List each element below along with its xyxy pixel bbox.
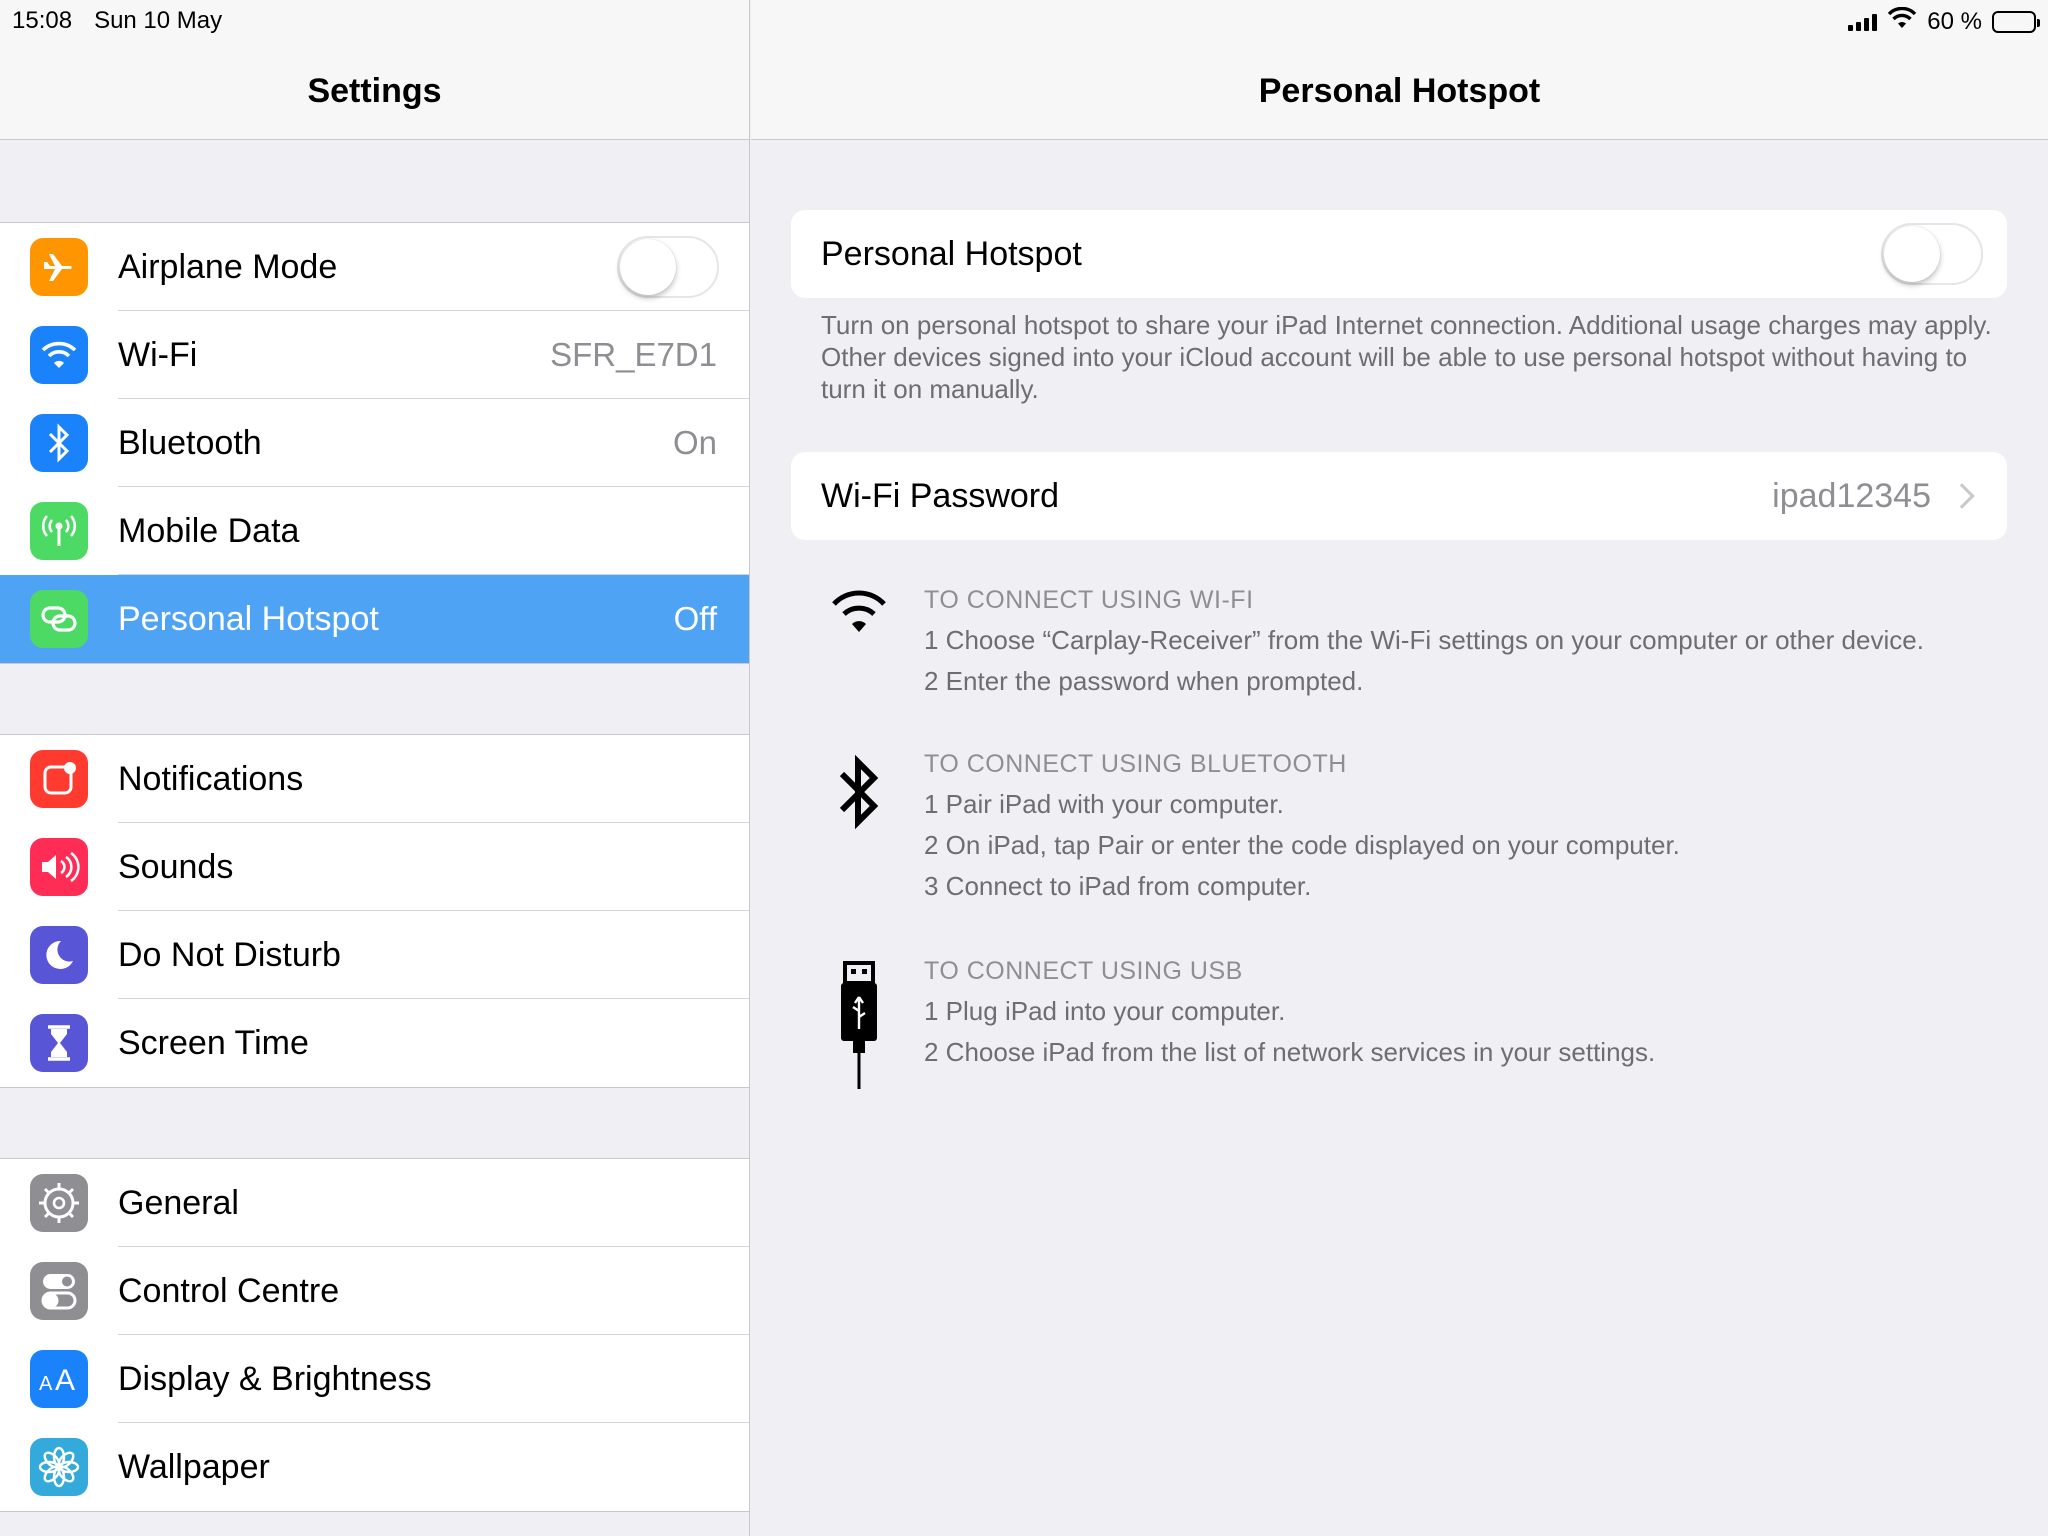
hotspot-toggle-cell[interactable]: Personal Hotspot — [791, 210, 2007, 298]
hotspot-footer-note: Turn on personal hotspot to share your i… — [821, 310, 1992, 404]
sidebar-item-wallpaper[interactable]: Wallpaper — [0, 1422, 749, 1511]
sidebar-item-value: On — [672, 424, 717, 461]
svg-text:A: A — [39, 1373, 53, 1395]
sidebar-item-notifications[interactable]: Notifications — [0, 735, 749, 823]
airplane-mode-toggle[interactable] — [617, 236, 719, 298]
hotspot-detail-pane: Personal Hotspot Personal Hotspot Turn o… — [751, 0, 2048, 1536]
sidebar-item-label: General — [118, 1183, 239, 1222]
gear-icon — [30, 1174, 88, 1232]
toggle-knob — [1884, 226, 1940, 282]
settings-group: Airplane Mode Wi-Fi SFR_E7D1 Bluetooth On Mob… — [0, 222, 749, 664]
text-size-icon: AA — [30, 1350, 88, 1408]
sidebar-item-sounds[interactable]: Sounds — [0, 822, 749, 911]
detail-title: Personal Hotspot — [1258, 72, 1541, 110]
cellular-signal-icon — [1848, 13, 1878, 31]
sidebar-item-label: Personal Hotspot — [118, 599, 379, 638]
connect-usb-step: 1 Plug iPad into your computer. — [924, 996, 1286, 1026]
battery-percentage: 60 % — [1927, 7, 1982, 35]
connect-usb-step: 2 Choose iPad from the list of network s… — [924, 1037, 1656, 1067]
moon-icon — [30, 926, 88, 984]
sidebar-item-control-centre[interactable]: Control Centre — [0, 1246, 749, 1335]
sidebar-item-mobile-data[interactable]: Mobile Data — [0, 486, 749, 575]
connect-usb-heading: TO CONNECT USING USB — [924, 957, 1243, 985]
connect-wifi-step: 2 Enter the password when prompted. — [924, 666, 1364, 696]
connect-bluetooth-text: TO CONNECT USING BLUETOOTH 1 Pair iPad w… — [924, 744, 2011, 907]
sidebar-item-label: Mobile Data — [118, 511, 300, 550]
sidebar-item-label: Airplane Mode — [118, 247, 338, 286]
sidebar-item-label: Wallpaper — [118, 1447, 270, 1486]
connect-wifi-text: TO CONNECT USING WI-FI 1 Choose “Carplay… — [924, 580, 2011, 702]
sidebar-item-screen-time[interactable]: Screen Time — [0, 998, 749, 1087]
sidebar-item-bluetooth[interactable]: Bluetooth On — [0, 398, 749, 487]
sidebar-item-label: Wi-Fi — [118, 335, 198, 374]
wifi-icon — [1887, 6, 1917, 36]
bluetooth-icon — [821, 754, 897, 830]
wifi-icon — [30, 326, 88, 384]
flower-icon — [30, 1438, 88, 1496]
connect-bluetooth-step: 1 Pair iPad with your computer. — [924, 789, 1284, 819]
settings-master-pane: Settings Airplane Mode Wi-Fi SFR_E7D1 Bluet… — [0, 0, 750, 1536]
connect-usb-text: TO CONNECT USING USB 1 Plug iPad into yo… — [924, 951, 2011, 1073]
svg-text:A: A — [55, 1364, 75, 1396]
sidebar-item-wi-fi[interactable]: Wi-Fi SFR_E7D1 — [0, 310, 749, 399]
sidebar-item-label: Control Centre — [118, 1271, 340, 1310]
ipad-settings-screen: 15:08 Sun 10 May 60 % Settings Airplane … — [0, 0, 2048, 1536]
connect-bluetooth-step: 2 On iPad, tap Pair or enter the code di… — [924, 830, 1680, 860]
wifi-password-label: Wi-Fi Password — [821, 476, 1060, 515]
sidebar-item-label: Display & Brightness — [118, 1359, 432, 1398]
connect-bluetooth-heading: TO CONNECT USING BLUETOOTH — [924, 750, 1347, 778]
status-date: Sun 10 May — [94, 7, 223, 34]
switches-icon — [30, 1262, 88, 1320]
sidebar-item-do-not-disturb[interactable]: Do Not Disturb — [0, 910, 749, 999]
antenna-icon — [30, 502, 88, 560]
usb-cable-icon — [821, 961, 897, 1091]
bluetooth-icon — [30, 414, 88, 472]
sidebar-item-label: Sounds — [118, 847, 234, 886]
settings-group: General Control Centre A A Display & Brightn… — [0, 1158, 749, 1512]
wifi-password-value: ipad12345 — [1772, 476, 1931, 515]
hourglass-icon — [30, 1014, 88, 1072]
hotspot-toggle-switch[interactable] — [1881, 223, 1983, 285]
wifi-password-cell[interactable]: Wi-Fi Password ipad12345 — [791, 452, 2007, 540]
sidebar-item-label: Do Not Disturb — [118, 935, 341, 974]
toggle-knob — [620, 239, 676, 295]
battery-icon — [1992, 10, 2040, 33]
airplane-icon — [30, 238, 88, 296]
settings-group: Notifications Sounds Do Not Disturb Screen … — [0, 734, 749, 1088]
settings-groups: Airplane Mode Wi-Fi SFR_E7D1 Bluetooth On Mob… — [0, 222, 749, 1512]
sidebar-item-label: Notifications — [118, 759, 304, 798]
sidebar-item-display-brightness[interactable]: A A Display & Brightness — [0, 1334, 749, 1423]
sidebar-item-label: Screen Time — [118, 1023, 309, 1062]
sidebar-item-personal-hotspot[interactable]: Personal Hotspot Off — [0, 574, 749, 663]
connect-wifi-step: 1 Choose “Carplay-Receiver” from the Wi-… — [924, 625, 1924, 655]
chevron-right-icon — [1949, 483, 1975, 509]
status-left: 15:08 Sun 10 May — [12, 7, 222, 35]
notifications-icon — [30, 750, 88, 808]
sidebar-item-general[interactable]: General — [0, 1159, 749, 1247]
hotspot-toggle-label: Personal Hotspot — [821, 234, 1082, 273]
speaker-icon — [30, 838, 88, 896]
sidebar-item-value: Off — [673, 600, 717, 637]
sidebar-item-value: SFR_E7D1 — [550, 336, 717, 373]
status-bar: 15:08 Sun 10 May 60 % — [0, 0, 2048, 42]
wifi-icon — [821, 590, 897, 634]
sidebar-item-label: Bluetooth — [118, 423, 262, 462]
master-title: Settings — [307, 72, 442, 110]
connect-bluetooth-step: 3 Connect to iPad from computer. — [924, 871, 1312, 901]
status-right: 60 % — [1848, 6, 2040, 36]
status-time: 15:08 — [12, 7, 73, 34]
connect-wifi-heading: TO CONNECT USING WI-FI — [924, 586, 1254, 614]
sidebar-item-airplane-mode[interactable]: Airplane Mode — [0, 223, 749, 311]
hotspot-icon — [30, 590, 88, 648]
